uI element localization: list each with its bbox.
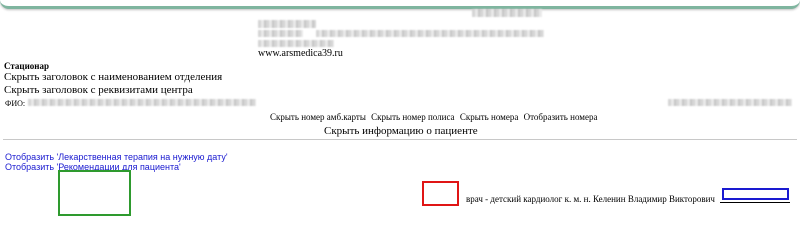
department-label: Стационар xyxy=(4,61,49,71)
seal-placeholder-box[interactable] xyxy=(422,181,459,206)
stamp-placeholder-box[interactable] xyxy=(58,170,131,216)
center-requisites-redacted xyxy=(258,20,316,28)
signature-placeholder-box[interactable] xyxy=(722,188,789,200)
patient-number-links: Скрыть номер амб.карты Скрыть номер поли… xyxy=(270,112,601,122)
divider xyxy=(3,139,797,140)
center-requisites-redacted xyxy=(316,30,544,37)
signature-line xyxy=(720,202,790,203)
hide-card-number-link[interactable]: Скрыть номер амб.карты xyxy=(270,112,366,122)
patient-name-redacted xyxy=(28,99,256,106)
doctor-signature-text: врач - детский кардиолог к. м. н. Келени… xyxy=(466,194,715,204)
hide-numbers-link[interactable]: Скрыть номера xyxy=(460,112,519,122)
show-numbers-link[interactable]: Отобразить номера xyxy=(524,112,598,122)
hide-department-header-link[interactable]: Скрыть заголовок с наименованием отделен… xyxy=(4,71,222,83)
center-requisites-redacted xyxy=(258,40,334,47)
hide-center-requisites-link[interactable]: Скрыть заголовок с реквизитами центра xyxy=(4,84,193,96)
fio-label: ФИО: xyxy=(5,99,26,108)
center-requisites-redacted xyxy=(258,30,303,37)
hide-patient-info-link[interactable]: Скрыть информацию о пациенте xyxy=(324,125,478,137)
show-drug-therapy-link[interactable]: Отобразить 'Лекарственная терапия на нуж… xyxy=(5,152,228,162)
top-bar xyxy=(0,0,800,9)
patient-birthdate-redacted xyxy=(668,99,792,106)
hide-policy-number-link[interactable]: Скрыть номер полиса xyxy=(371,112,454,122)
website-text: www.arsmedica39.ru xyxy=(258,48,343,59)
center-requisites-redacted xyxy=(472,9,542,17)
